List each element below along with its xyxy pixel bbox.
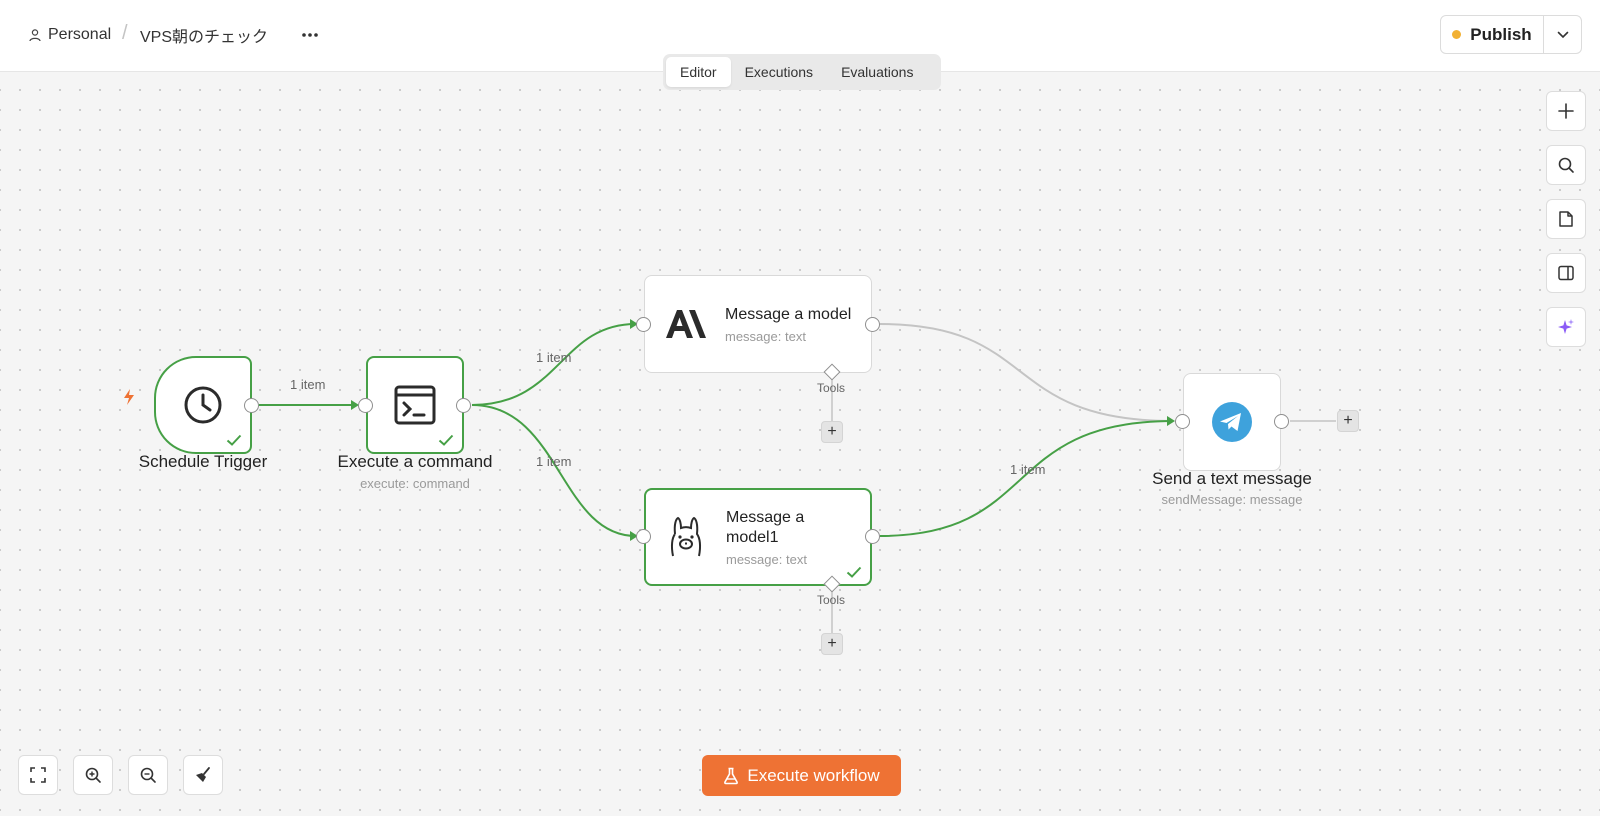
success-check-icon xyxy=(438,434,454,446)
output-handle[interactable] xyxy=(865,317,880,332)
node-schedule-trigger[interactable] xyxy=(154,356,252,454)
add-node-button[interactable]: + xyxy=(1337,410,1359,432)
tab-evaluations[interactable]: Evaluations xyxy=(827,57,927,87)
success-check-icon xyxy=(226,434,242,446)
fullscreen-icon xyxy=(30,767,46,783)
add-tool-button[interactable]: + xyxy=(821,633,843,655)
breadcrumb-separator: / xyxy=(122,21,128,44)
edge-label: 1 item xyxy=(536,454,572,469)
node-title: Message a model xyxy=(725,305,852,323)
publish-dropdown-button[interactable] xyxy=(1544,16,1581,53)
ollama-icon xyxy=(664,515,708,559)
add-tool-button[interactable]: + xyxy=(821,421,843,443)
toggle-panel-button[interactable] xyxy=(1546,253,1586,293)
input-handle[interactable] xyxy=(358,398,373,413)
sticky-note-button[interactable] xyxy=(1546,199,1586,239)
view-tabs: Editor Executions Evaluations xyxy=(663,54,941,90)
note-icon xyxy=(1559,211,1573,227)
input-handle[interactable] xyxy=(636,317,651,332)
publish-status-dot xyxy=(1452,30,1462,39)
node-subtitle: message: text xyxy=(725,328,806,344)
zoom-out-button[interactable] xyxy=(128,755,168,795)
ellipsis-icon xyxy=(302,33,318,37)
flask-icon xyxy=(724,767,739,784)
node-subtitle: sendMessage: message xyxy=(1161,492,1303,507)
output-handle[interactable] xyxy=(1274,414,1289,429)
sparkle-icon xyxy=(1558,319,1574,334)
person-icon xyxy=(29,29,41,42)
node-title: Schedule Trigger xyxy=(138,452,268,471)
tab-editor[interactable]: Editor xyxy=(666,57,731,87)
edge-label: 1 item xyxy=(536,350,572,365)
zoom-in-button[interactable] xyxy=(73,755,113,795)
breadcrumb-personal[interactable]: Personal xyxy=(28,24,111,46)
add-node-side-button[interactable] xyxy=(1546,91,1586,131)
node-send-text-message[interactable] xyxy=(1183,373,1281,471)
telegram-icon xyxy=(1212,402,1252,442)
edge-label: 1 item xyxy=(290,377,326,392)
trigger-bolt-icon xyxy=(124,389,134,405)
tools-label: Tools xyxy=(817,381,846,395)
node-title: Message a model1 xyxy=(726,508,805,546)
node-subtitle: execute: command xyxy=(360,476,470,491)
workflow-name[interactable]: VPS朝のチェック xyxy=(140,24,268,46)
node-execute-command[interactable] xyxy=(366,356,464,454)
plus-icon xyxy=(1558,103,1574,119)
node-title: Execute a command xyxy=(337,452,493,471)
output-handle[interactable] xyxy=(244,398,259,413)
broom-icon xyxy=(196,767,210,782)
search-icon xyxy=(1558,157,1574,173)
fit-view-button[interactable] xyxy=(18,755,58,795)
success-check-icon xyxy=(846,566,862,578)
tidy-up-button[interactable] xyxy=(183,755,223,795)
ai-assistant-button[interactable] xyxy=(1546,307,1586,347)
input-handle[interactable] xyxy=(1175,414,1190,429)
clock-icon xyxy=(184,386,222,424)
edge-label: 1 item xyxy=(1010,462,1046,477)
edge-model-send xyxy=(879,323,1174,422)
execute-workflow-label: Execute workflow xyxy=(747,765,880,785)
node-subtitle: message: text xyxy=(726,551,807,567)
terminal-icon xyxy=(394,385,436,425)
output-handle[interactable] xyxy=(456,398,471,413)
node-title: Send a text message xyxy=(1152,469,1312,488)
node-message-model[interactable]: Message a model message: text xyxy=(644,275,872,373)
tab-executions[interactable]: Executions xyxy=(731,57,827,87)
more-options-button[interactable] xyxy=(298,24,322,46)
anthropic-icon xyxy=(663,302,707,346)
node-message-model1[interactable]: Message a model1 message: text xyxy=(644,488,872,586)
zoom-out-icon xyxy=(140,767,156,783)
tools-label: Tools xyxy=(817,593,846,607)
publish-label: Publish xyxy=(1470,24,1532,44)
publish-button[interactable]: Publish xyxy=(1441,16,1544,53)
zoom-in-icon xyxy=(85,767,101,783)
chevron-down-icon xyxy=(1557,31,1568,38)
workflow-canvas[interactable]: Schedule Trigger 1 item Execute a comman… xyxy=(0,72,1600,816)
panel-icon xyxy=(1558,265,1574,281)
output-handle[interactable] xyxy=(865,529,880,544)
input-handle[interactable] xyxy=(636,529,651,544)
execute-workflow-button[interactable]: Execute workflow xyxy=(702,755,901,796)
breadcrumb-personal-label: Personal xyxy=(48,26,112,43)
publish-group: Publish xyxy=(1440,15,1582,54)
search-button[interactable] xyxy=(1546,145,1586,185)
